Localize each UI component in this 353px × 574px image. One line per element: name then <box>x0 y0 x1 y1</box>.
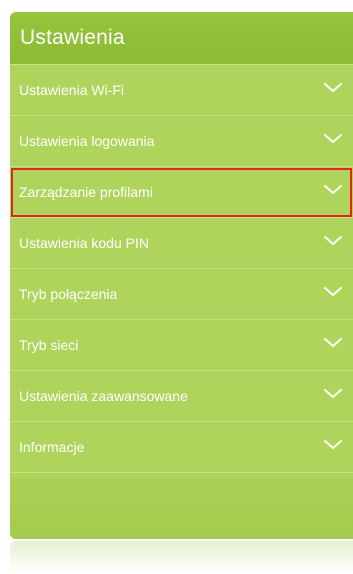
menu-item-label: Ustawienia Wi-Fi <box>19 82 125 98</box>
menu-item-tryb-polaczenia[interactable]: Tryb połączenia <box>10 269 353 320</box>
chevron-down-icon[interactable] <box>324 389 342 399</box>
chevron-down-icon[interactable] <box>324 134 342 144</box>
chevron-down-icon[interactable] <box>324 440 342 450</box>
chevron-down-icon[interactable] <box>324 287 342 297</box>
panel-title: Ustawienia <box>20 26 125 49</box>
menu-item-label: Tryb połączenia <box>19 286 118 302</box>
settings-panel: Ustawienia Ustawienia Wi-Fi Ustawienia lo… <box>10 12 353 539</box>
menu-item-label: Informacje <box>19 439 85 455</box>
chevron-down-icon[interactable] <box>324 83 342 93</box>
menu-item-label: Ustawienia zaawansowane <box>19 388 188 404</box>
menu-item-label: Tryb sieci <box>19 337 79 353</box>
menu-item-ustawienia-kodu-pin[interactable]: Ustawienia kodu PIN <box>10 218 353 269</box>
menu-item-ustawienia-logowania[interactable]: Ustawienia logowania <box>10 116 353 167</box>
menu-item-label: Ustawienia kodu PIN <box>19 235 149 251</box>
menu-item-zarzadzanie-profilami[interactable]: Zarządzanie profilami <box>10 167 353 218</box>
chevron-down-icon[interactable] <box>324 338 342 348</box>
chevron-down-icon[interactable] <box>324 236 342 246</box>
menu-item-ustawienia-wifi[interactable]: Ustawienia Wi-Fi <box>10 65 353 116</box>
panel-shadow <box>10 541 353 574</box>
panel-footer <box>10 479 353 539</box>
settings-menu: Ustawienia Wi-Fi Ustawienia logowania Zarz… <box>10 65 353 473</box>
menu-item-label: Ustawienia logowania <box>19 133 155 149</box>
chevron-down-icon[interactable] <box>324 185 342 195</box>
panel-header: Ustawienia <box>10 12 353 65</box>
menu-item-ustawienia-zaawansowane[interactable]: Ustawienia zaawansowane <box>10 371 353 422</box>
menu-item-tryb-sieci[interactable]: Tryb sieci <box>10 320 353 371</box>
menu-item-informacje[interactable]: Informacje <box>10 422 353 473</box>
menu-item-label: Zarządzanie profilami <box>19 184 153 200</box>
